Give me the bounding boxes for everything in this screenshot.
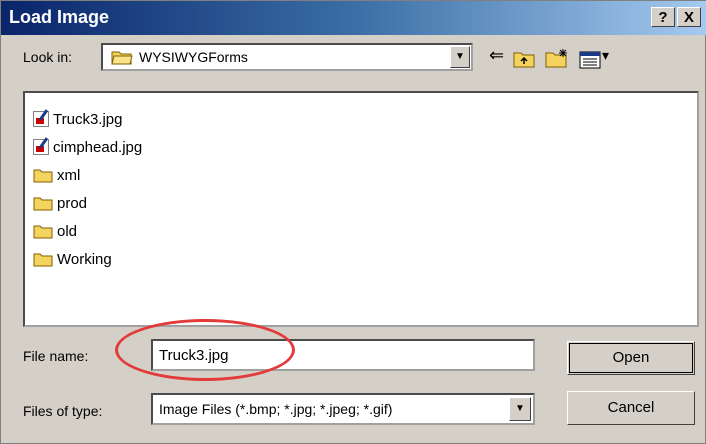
folder-icon	[33, 169, 53, 182]
folder-icon	[33, 225, 53, 238]
view-dropdown-arrow-icon[interactable]: ▾	[602, 47, 609, 71]
list-item[interactable]: cimphead.jpg	[33, 135, 142, 159]
folder-name: old	[57, 222, 78, 240]
list-item[interactable]: old	[33, 219, 77, 243]
load-image-dialog: Load Image ? X Look in: WYSIWYGForms ▼ ⇐…	[0, 0, 706, 444]
view-menu-icon[interactable]	[579, 48, 601, 72]
files-of-type-dropdown[interactable]: Image Files (*.bmp; *.jpg; *.jpeg; *.gif…	[151, 393, 535, 425]
back-icon[interactable]: ⇐	[489, 45, 504, 69]
files-of-type-arrow-button[interactable]: ▼	[509, 397, 531, 421]
look-in-value: WYSIWYGForms	[139, 49, 248, 65]
list-item[interactable]: Working	[33, 247, 112, 271]
cancel-button[interactable]: Cancel	[567, 391, 695, 425]
dialog-title: Load Image	[9, 7, 110, 27]
list-item[interactable]: xml	[33, 163, 80, 187]
look-in-arrow-button[interactable]: ▼	[450, 46, 470, 68]
title-bar[interactable]: Load Image ? X	[1, 1, 706, 35]
list-item[interactable]: prod	[33, 191, 87, 215]
files-of-type-label: Files of type:	[23, 403, 103, 419]
look-in-dropdown[interactable]: WYSIWYGForms ▼	[101, 43, 473, 71]
folder-name: prod	[57, 194, 88, 212]
folder-icon	[33, 197, 53, 210]
file-list[interactable]: Truck3.jpg cimphead.jpg xml prod old Wor…	[23, 91, 699, 327]
folder-open-icon	[111, 51, 133, 65]
image-file-icon	[33, 139, 49, 155]
folder-name: Working	[57, 250, 112, 268]
open-button[interactable]: Open	[567, 341, 695, 375]
folder-name: xml	[57, 166, 81, 184]
look-in-label: Look in:	[23, 49, 73, 65]
files-of-type-value: Image Files (*.bmp; *.jpg; *.jpeg; *.gif…	[159, 401, 393, 417]
help-button[interactable]: ?	[651, 7, 675, 27]
list-item[interactable]: Truck3.jpg	[33, 107, 122, 131]
image-file-icon	[33, 111, 49, 127]
new-folder-icon[interactable]	[545, 46, 569, 70]
up-folder-icon[interactable]	[513, 48, 535, 72]
folder-icon	[33, 253, 53, 266]
close-button[interactable]: X	[677, 7, 701, 27]
file-name-label: File name:	[23, 348, 89, 364]
file-name: cimphead.jpg	[53, 138, 143, 156]
file-name-field[interactable]	[151, 339, 535, 371]
file-name: Truck3.jpg	[53, 110, 123, 128]
